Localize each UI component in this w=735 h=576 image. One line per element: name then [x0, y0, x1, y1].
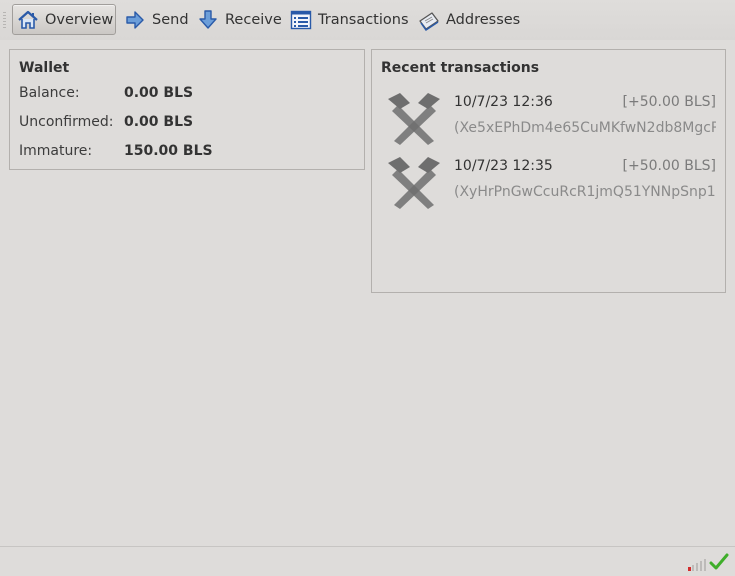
- status-bar: [0, 546, 735, 576]
- unconfirmed-row: Unconfirmed: 0.00 BLS: [19, 114, 349, 134]
- tab-addresses-label: Addresses: [446, 11, 521, 28]
- transaction-address: (Xe5xEPhDm4e65CuMKfwN2db8MgcP: [454, 120, 716, 136]
- transaction-date: 10/7/23 12:35: [454, 158, 553, 174]
- tab-addresses[interactable]: Addresses: [414, 4, 524, 35]
- immature-label: Immature:: [19, 143, 93, 159]
- wallet-title: Wallet: [19, 60, 70, 76]
- balance-value: 0.00 BLS: [124, 85, 194, 101]
- tab-send-label: Send: [152, 11, 189, 28]
- address-book-icon: [418, 9, 440, 31]
- mined-icon: [388, 157, 440, 209]
- transaction-item[interactable]: 10/7/23 12:35 [+50.00 BLS] (XyHrPnGwCcuR…: [386, 153, 718, 217]
- transaction-address: (XyHrPnGwCcuRcR1jmQ51YNNpSnp1f: [454, 184, 716, 200]
- arrow-right-icon: [124, 9, 146, 31]
- recent-transactions-panel: Recent transactions 10/7/23 12:36 [+50.0…: [371, 49, 726, 293]
- tab-overview-label: Overview: [45, 11, 114, 28]
- tab-send[interactable]: Send: [120, 4, 193, 35]
- balance-label: Balance:: [19, 85, 80, 101]
- balance-row: Balance: 0.00 BLS: [19, 85, 349, 105]
- unconfirmed-label: Unconfirmed:: [19, 114, 114, 130]
- wallet-panel: Wallet Balance: 0.00 BLS Unconfirmed: 0.…: [9, 49, 365, 170]
- transaction-amount: [+50.00 BLS]: [622, 158, 716, 174]
- recent-transactions-title: Recent transactions: [381, 60, 540, 76]
- unconfirmed-value: 0.00 BLS: [124, 114, 194, 130]
- home-icon: [17, 9, 39, 31]
- tab-transactions-label: Transactions: [318, 11, 409, 28]
- main-toolbar: Overview Send Receive Transactions Addre…: [0, 0, 735, 40]
- mined-icon: [388, 93, 440, 145]
- list-icon: [290, 9, 312, 31]
- tab-receive[interactable]: Receive: [193, 4, 286, 35]
- tab-transactions[interactable]: Transactions: [286, 4, 413, 35]
- sync-complete-check-icon[interactable]: [709, 553, 729, 571]
- tab-overview[interactable]: Overview: [12, 4, 116, 35]
- toolbar-grip[interactable]: [3, 12, 6, 28]
- immature-row: Immature: 150.00 BLS: [19, 143, 349, 163]
- transaction-date: 10/7/23 12:36: [454, 94, 553, 110]
- arrow-down-icon: [197, 9, 219, 31]
- immature-value: 150.00 BLS: [124, 143, 213, 159]
- transaction-item[interactable]: 10/7/23 12:36 [+50.00 BLS] (Xe5xEPhDm4e6…: [386, 89, 718, 153]
- connection-strength-icon[interactable]: [688, 559, 706, 571]
- tab-receive-label: Receive: [225, 11, 282, 28]
- transaction-amount: [+50.00 BLS]: [622, 94, 716, 110]
